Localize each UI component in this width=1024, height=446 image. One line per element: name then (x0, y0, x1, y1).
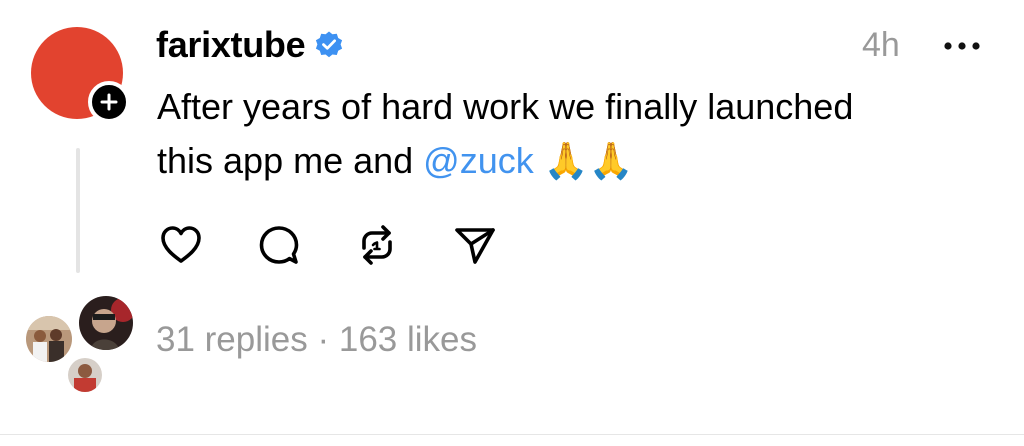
plus-icon (100, 93, 118, 111)
like-button[interactable] (156, 220, 206, 270)
more-icon[interactable] (942, 38, 982, 54)
share-button[interactable] (450, 220, 500, 270)
post-stats[interactable]: 31 replies · 163 likes (156, 320, 477, 360)
post-text-line-2: this app me and @zuck 🙏🙏 (157, 134, 977, 188)
post-text-prefix: this app me and (157, 140, 424, 181)
reply-avatar-1 (24, 314, 74, 364)
action-bar (156, 220, 548, 270)
author-username[interactable]: farixtube (156, 24, 306, 66)
comment-icon (259, 226, 299, 264)
praying-hands-emoji: 🙏🙏 (543, 140, 634, 181)
heart-icon (161, 226, 201, 263)
post-header: farixtube (156, 22, 344, 68)
mention-link[interactable]: @zuck (423, 140, 534, 181)
post-text-line-1: After years of hard work we finally laun… (157, 86, 854, 127)
verified-badge-icon (316, 31, 343, 58)
reply-avatar-3 (66, 356, 104, 394)
follow-button[interactable] (88, 81, 130, 123)
reply-button[interactable] (254, 220, 304, 270)
post-text: After years of hard work we finally laun… (157, 80, 977, 188)
post-time: 4h (862, 26, 900, 64)
repost-icon (362, 225, 392, 265)
reply-avatar-2 (77, 294, 135, 352)
share-icon (455, 228, 495, 264)
repost-button[interactable] (352, 220, 402, 270)
divider (0, 434, 1024, 435)
thread-line (76, 148, 80, 273)
